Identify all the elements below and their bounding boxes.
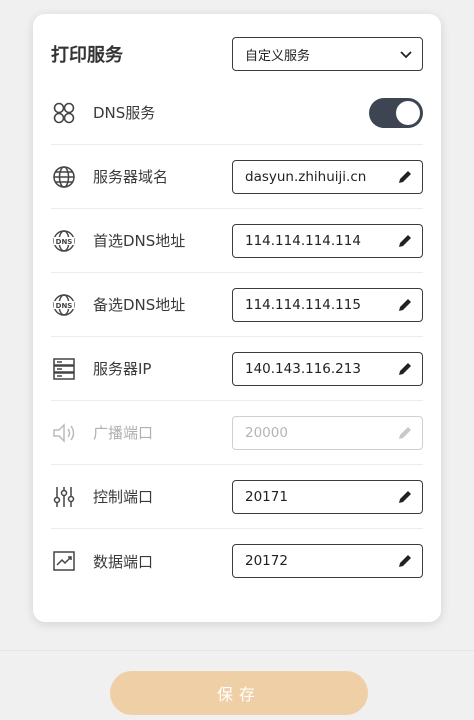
server-domain-label: 服务器域名 <box>93 168 169 186</box>
data-port-input[interactable]: 20172 <box>232 544 423 578</box>
dns-globe-icon: DNS <box>51 292 77 318</box>
server-domain-row: 服务器域名 dasyun.zhihuiji.cn <box>51 145 423 209</box>
broadcast-port-label: 广播端口 <box>93 424 154 442</box>
globe-icon <box>51 164 77 190</box>
divider <box>0 650 474 651</box>
sliders-icon <box>51 484 77 510</box>
dns-service-toggle[interactable] <box>369 97 423 128</box>
secondary-dns-label: 备选DNS地址 <box>93 296 186 314</box>
control-port-value: 20171 <box>245 488 288 505</box>
control-port-label: 控制端口 <box>93 488 154 506</box>
secondary-dns-value: 114.114.114.115 <box>245 296 361 313</box>
service-select[interactable]: 自定义服务 <box>232 37 423 71</box>
server-ip-value: 140.143.116.213 <box>245 360 361 377</box>
data-port-value: 20172 <box>245 553 288 569</box>
pencil-icon <box>399 426 411 439</box>
broadcast-port-input: 20000 <box>232 415 423 450</box>
header-row: 打印服务 自定义服务 <box>51 22 423 86</box>
print-service-card: 打印服务 自定义服务 DNS服务 服务器域名 dasyun.zhihuiji.c… <box>33 14 441 622</box>
server-domain-value: dasyun.zhihuiji.cn <box>245 168 367 185</box>
save-button[interactable]: 保存 <box>110 671 368 715</box>
primary-dns-label: 首选DNS地址 <box>93 232 186 250</box>
primary-dns-input[interactable]: 114.114.114.114 <box>232 223 423 258</box>
toggle-knob <box>396 100 420 125</box>
secondary-dns-input[interactable]: 114.114.114.115 <box>232 287 423 322</box>
pencil-icon[interactable] <box>396 168 414 186</box>
page-title: 打印服务 <box>51 45 123 66</box>
server-ip-input[interactable]: 140.143.116.213 <box>232 351 423 386</box>
server-domain-input[interactable]: dasyun.zhihuiji.cn <box>232 159 423 194</box>
control-port-row: 控制端口 20171 <box>51 465 423 529</box>
server-icon <box>51 356 77 382</box>
broadcast-port-value: 20000 <box>245 424 288 441</box>
pencil-icon[interactable] <box>396 296 414 314</box>
service-select-value: 自定义服务 <box>245 48 311 64</box>
dns-globe-icon: DNS <box>51 228 77 254</box>
dns-service-row: DNS服务 <box>51 81 423 145</box>
control-port-input[interactable]: 20171 <box>232 479 423 514</box>
primary-dns-row: DNS 首选DNS地址 114.114.114.114 <box>51 209 423 273</box>
data-port-row: 数据端口 20172 <box>51 529 423 593</box>
chart-icon <box>51 548 77 574</box>
pencil-icon[interactable] <box>396 360 414 378</box>
speaker-icon <box>51 420 77 446</box>
primary-dns-value: 114.114.114.114 <box>245 232 361 249</box>
pencil-icon[interactable] <box>396 552 414 570</box>
broadcast-port-row: 广播端口 20000 <box>51 401 423 465</box>
svg-text:DNS: DNS <box>56 238 73 246</box>
pencil-icon[interactable] <box>396 488 414 506</box>
data-port-label: 数据端口 <box>93 552 154 571</box>
secondary-dns-row: DNS 备选DNS地址 114.114.114.115 <box>51 273 423 337</box>
svg-text:DNS: DNS <box>56 302 73 310</box>
chevron-down-icon <box>400 51 412 59</box>
dns-service-label: DNS服务 <box>93 104 156 122</box>
server-ip-label: 服务器IP <box>93 360 152 378</box>
pencil-icon[interactable] <box>396 232 414 250</box>
server-ip-row: 服务器IP 140.143.116.213 <box>51 337 423 401</box>
clover-icon <box>51 100 77 126</box>
